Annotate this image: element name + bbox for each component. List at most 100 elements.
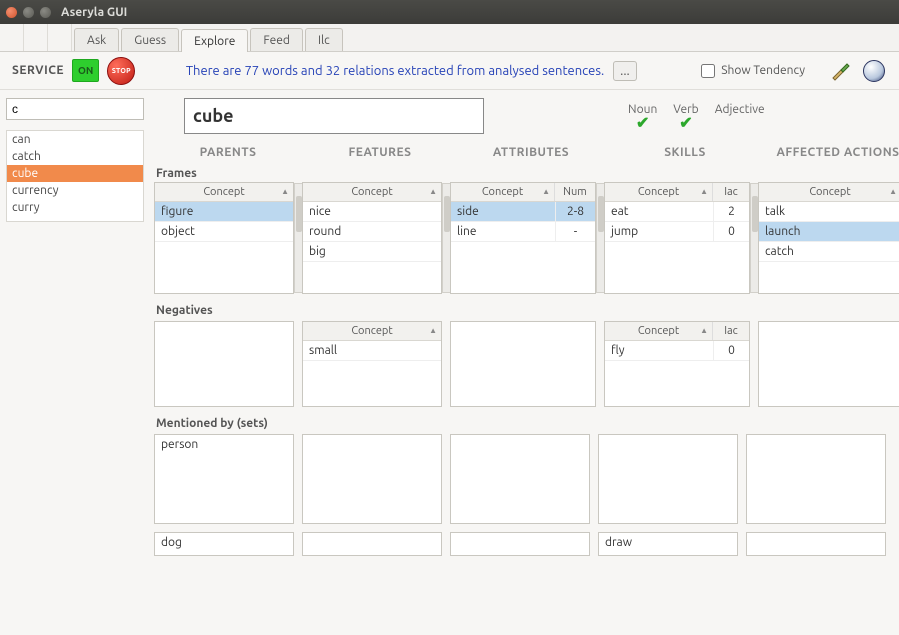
main-area: can catch cube currency curry cube Noun … [0, 90, 899, 635]
word-list-item[interactable]: can [7, 131, 143, 148]
mentioned-cell[interactable]: dog [154, 532, 294, 556]
attributes-table[interactable]: Concept▲ Num side2-8 line- [450, 182, 596, 294]
header-features: FEATURES [310, 146, 450, 159]
sort-caret-icon: ▲ [281, 187, 289, 196]
table-row[interactable]: launch [759, 222, 899, 242]
negatives-label: Negatives [156, 304, 889, 317]
word-list[interactable]: can catch cube currency curry [6, 130, 144, 222]
globe-icon[interactable] [861, 58, 887, 84]
toolbar-blank-button[interactable] [24, 24, 48, 51]
window-titlebar: Aseryla GUI [0, 0, 899, 24]
toolbar-blank-button[interactable] [0, 24, 24, 51]
brush-icon[interactable] [827, 58, 853, 84]
header-affected: AFFECTED ACTIONS [766, 146, 899, 159]
table-row[interactable]: big [303, 242, 441, 262]
table-row[interactable]: figure [155, 202, 293, 222]
sort-caret-icon: ▲ [429, 326, 437, 335]
skills-table[interactable]: Concept▲ Iac eat2 jump0 [604, 182, 750, 294]
show-tendency-toggle[interactable]: Show Tendency [701, 64, 805, 78]
word-list-item[interactable]: currency [7, 182, 143, 199]
sort-caret-icon: ▲ [429, 187, 437, 196]
word-list-item[interactable]: cube [7, 165, 143, 182]
current-word-box: cube [184, 98, 484, 134]
negatives-row: Concept▲ small Concept▲ Iac fly0 [154, 321, 889, 407]
toolbar-blank-button[interactable] [48, 24, 72, 51]
neg-parents-table[interactable] [154, 321, 294, 407]
th-num[interactable]: Num [555, 183, 595, 201]
search-input[interactable] [6, 98, 144, 120]
toolbar: Ask Guess Explore Feed Ilc [0, 24, 899, 52]
table-row[interactable]: catch [759, 242, 899, 262]
table-row[interactable]: side2-8 [451, 202, 595, 222]
left-panel: can catch cube currency curry [0, 90, 150, 635]
mentioned-cell[interactable] [746, 532, 886, 556]
table-row[interactable]: nice [303, 202, 441, 222]
neg-attributes-table[interactable] [450, 321, 596, 407]
mentioned-label: Mentioned by (sets) [156, 417, 889, 430]
affected-table[interactable]: Concept▲ talk launch catch [758, 182, 899, 294]
th-concept[interactable]: Concept▲ [155, 183, 293, 201]
th-concept[interactable]: Concept▲ [759, 183, 899, 201]
word-list-item[interactable]: curry [7, 199, 143, 216]
mentioned-cell[interactable] [302, 434, 442, 524]
parents-table[interactable]: Concept▲ figure object [154, 182, 294, 294]
th-concept[interactable]: Concept▲ [303, 183, 441, 201]
status-more-button[interactable]: ... [613, 61, 637, 81]
word-list-item[interactable]: catch [7, 148, 143, 165]
window-minimize-icon[interactable] [23, 7, 34, 18]
sort-caret-icon: ▲ [889, 187, 897, 196]
status-bar: SERVICE ON STOP There are 77 words and 3… [0, 52, 899, 90]
service-stop-button[interactable]: STOP [107, 57, 135, 85]
table-row[interactable]: fly0 [605, 341, 749, 361]
neg-affected-table[interactable] [758, 321, 899, 407]
table-row[interactable]: object [155, 222, 293, 242]
mentioned-cell[interactable] [746, 434, 886, 524]
status-text: There are 77 words and 32 relations extr… [143, 64, 679, 78]
window-title: Aseryla GUI [61, 6, 127, 19]
right-panel: cube Noun ✔ Verb ✔ Adjective PARENTS FEA… [150, 90, 899, 635]
frames-label: Frames [156, 167, 889, 180]
th-concept[interactable]: Concept▲ [605, 322, 713, 340]
mentioned-cell[interactable]: draw [598, 532, 738, 556]
neg-skills-table[interactable]: Concept▲ Iac fly0 [604, 321, 750, 407]
th-iac[interactable]: Iac [713, 183, 749, 201]
service-on-button[interactable]: ON [72, 59, 99, 82]
features-table[interactable]: Concept▲ nice round big [302, 182, 442, 294]
check-icon: ✔ [673, 116, 698, 130]
tab-guess[interactable]: Guess [121, 28, 179, 51]
mentioned-cell[interactable] [598, 434, 738, 524]
table-row[interactable]: small [303, 341, 441, 361]
table-row[interactable]: line- [451, 222, 595, 242]
th-concept[interactable]: Concept▲ [451, 183, 555, 201]
table-row[interactable]: jump0 [605, 222, 749, 242]
th-concept[interactable]: Concept▲ [605, 183, 713, 201]
show-tendency-label: Show Tendency [721, 64, 805, 77]
mentioned-cell[interactable] [450, 532, 590, 556]
mentioned-cell[interactable] [302, 532, 442, 556]
window-close-icon[interactable] [6, 7, 17, 18]
tab-ask[interactable]: Ask [74, 28, 119, 51]
table-row[interactable]: round [303, 222, 441, 242]
sort-caret-icon: ▲ [700, 326, 708, 335]
toolbar-spacer [0, 24, 72, 51]
tab-feed[interactable]: Feed [250, 28, 303, 51]
header-attributes: ATTRIBUTES [458, 146, 604, 159]
show-tendency-checkbox[interactable] [701, 64, 715, 78]
mentioned-cell[interactable]: person [154, 434, 294, 524]
tab-explore[interactable]: Explore [181, 29, 248, 52]
header-skills: SKILLS [612, 146, 758, 159]
tab-ilc[interactable]: Ilc [305, 28, 343, 51]
mentioned-row-1: person [154, 434, 889, 524]
mentioned-cell[interactable] [450, 434, 590, 524]
th-concept[interactable]: Concept▲ [303, 322, 441, 340]
column-headers: PARENTS FEATURES ATTRIBUTES SKILLS AFFEC… [154, 146, 889, 159]
sort-caret-icon: ▲ [700, 187, 708, 196]
table-row[interactable]: talk [759, 202, 899, 222]
pos-indicators: Noun ✔ Verb ✔ Adjective [628, 103, 765, 130]
table-row[interactable]: eat2 [605, 202, 749, 222]
status-text-content: There are 77 words and 32 relations extr… [186, 64, 604, 78]
th-iac[interactable]: Iac [713, 322, 749, 340]
pos-adjective-label: Adjective [715, 103, 765, 116]
neg-features-table[interactable]: Concept▲ small [302, 321, 442, 407]
window-maximize-icon[interactable] [40, 7, 51, 18]
